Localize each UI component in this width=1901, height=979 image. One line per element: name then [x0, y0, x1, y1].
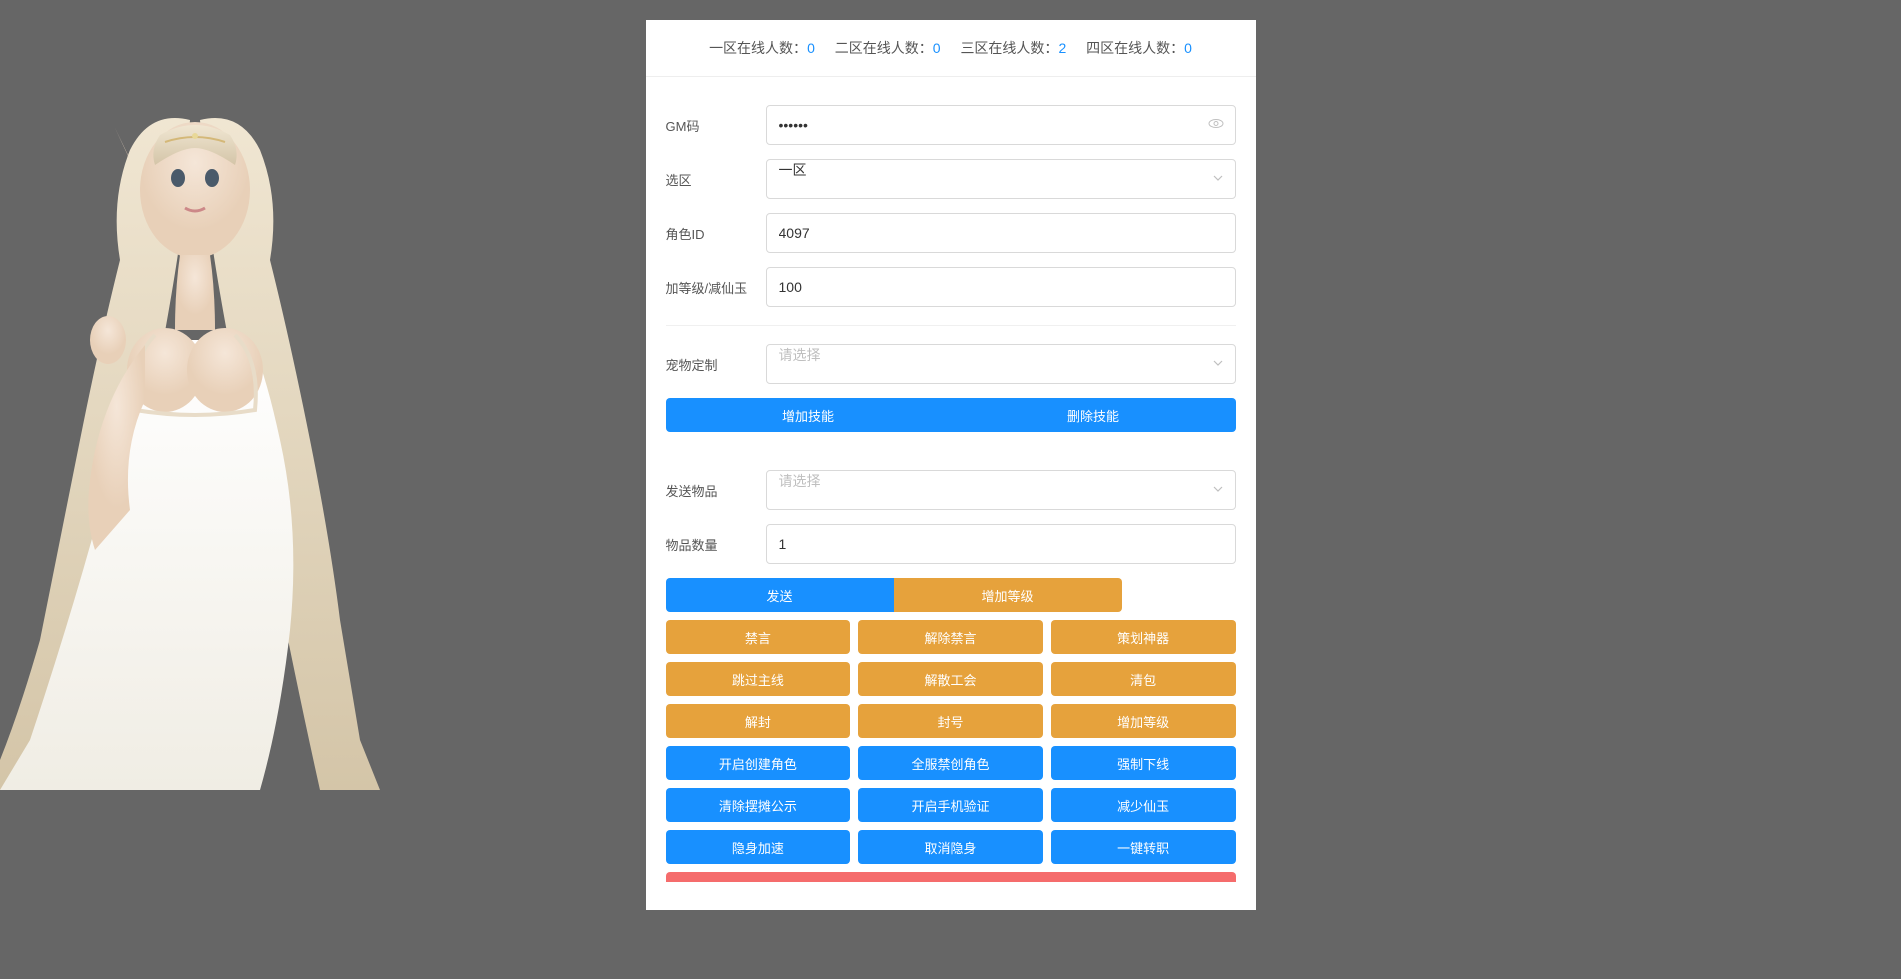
send-item-label: 发送物品: [666, 481, 766, 500]
reduce-xianyu-button[interactable]: 减少仙玉: [1051, 788, 1236, 822]
zone-label: 选区: [666, 170, 766, 189]
gm-code-label: GM码: [666, 116, 766, 135]
level-input[interactable]: [766, 267, 1236, 307]
level-up-button[interactable]: 增加等级: [894, 578, 1122, 612]
divider: [666, 325, 1236, 326]
stealth-speed-button[interactable]: 隐身加速: [666, 830, 851, 864]
clear-stall-notice-button[interactable]: 清除摆摊公示: [666, 788, 851, 822]
ban-button[interactable]: 封号: [858, 704, 1043, 738]
zone3-count: 三区在线人数：2: [960, 38, 1066, 58]
enable-phone-verify-button[interactable]: 开启手机验证: [858, 788, 1043, 822]
zone1-count: 一区在线人数：0: [709, 38, 815, 58]
add-level-button[interactable]: 增加等级: [1051, 704, 1236, 738]
zone4-count: 四区在线人数：0: [1086, 38, 1192, 58]
skip-mainline-button[interactable]: 跳过主线: [666, 662, 851, 696]
planner-artifact-button[interactable]: 策划神器: [1051, 620, 1236, 654]
gm-code-input[interactable]: [766, 105, 1236, 145]
role-id-label: 角色ID: [666, 224, 766, 243]
pet-select[interactable]: 请选择: [766, 344, 1236, 384]
main-panel: 一区在线人数：0 二区在线人数：0 三区在线人数：2 四区在线人数：0 GM码 …: [646, 20, 1256, 910]
enable-create-role-button[interactable]: 开启创建角色: [666, 746, 851, 780]
add-skill-button[interactable]: 增加技能: [666, 398, 951, 432]
cancel-stealth-button[interactable]: 取消隐身: [858, 830, 1043, 864]
pet-label: 宠物定制: [666, 355, 766, 374]
force-offline-button[interactable]: 强制下线: [1051, 746, 1236, 780]
character-image: [0, 60, 380, 790]
item-qty-input[interactable]: [766, 524, 1236, 564]
unban-button[interactable]: 解封: [666, 704, 851, 738]
clear-bag-button[interactable]: 清包: [1051, 662, 1236, 696]
danger-button[interactable]: [666, 872, 1236, 882]
reclass-button[interactable]: 一键转职: [1051, 830, 1236, 864]
eye-icon[interactable]: [1208, 116, 1224, 135]
send-button[interactable]: 发送: [666, 578, 894, 612]
zone2-count: 二区在线人数：0: [835, 38, 941, 58]
unmute-button[interactable]: 解除禁言: [858, 620, 1043, 654]
disband-guild-button[interactable]: 解散工会: [858, 662, 1043, 696]
send-item-select[interactable]: 请选择: [766, 470, 1236, 510]
mute-button[interactable]: 禁言: [666, 620, 851, 654]
level-label: 加等级/减仙玉: [666, 278, 766, 297]
item-qty-label: 物品数量: [666, 535, 766, 554]
online-count-header: 一区在线人数：0 二区在线人数：0 三区在线人数：2 四区在线人数：0: [646, 20, 1256, 77]
delete-skill-button[interactable]: 删除技能: [951, 398, 1236, 432]
zone-select[interactable]: 一区: [766, 159, 1236, 199]
role-id-input[interactable]: [766, 213, 1236, 253]
disable-create-role-button[interactable]: 全服禁创角色: [858, 746, 1043, 780]
